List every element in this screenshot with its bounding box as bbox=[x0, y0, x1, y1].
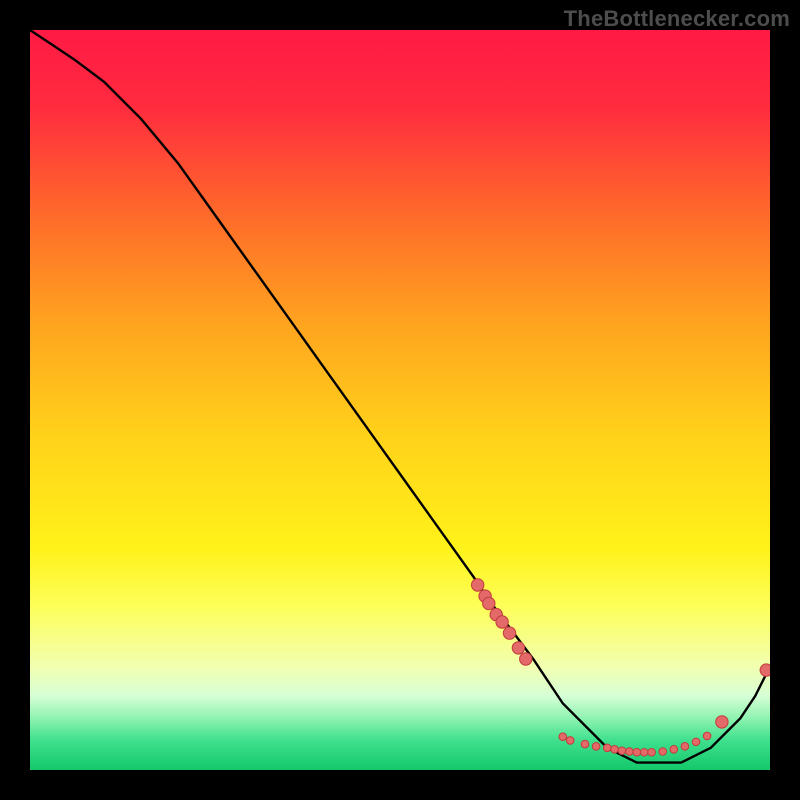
marker-point bbox=[559, 733, 567, 741]
chart-background bbox=[30, 30, 770, 770]
watermark-text: TheBottlenecker.com bbox=[564, 6, 790, 32]
marker-point bbox=[520, 653, 532, 665]
marker-point bbox=[611, 745, 619, 753]
marker-point bbox=[626, 748, 634, 756]
marker-point bbox=[503, 627, 515, 639]
marker-point bbox=[716, 716, 728, 728]
marker-point bbox=[512, 642, 524, 654]
chart-frame: TheBottlenecker.com bbox=[0, 0, 800, 800]
marker-point bbox=[566, 737, 574, 745]
marker-point bbox=[581, 740, 589, 748]
marker-point bbox=[496, 616, 508, 628]
marker-point bbox=[670, 745, 678, 753]
marker-point bbox=[659, 748, 667, 756]
marker-point bbox=[472, 579, 484, 591]
marker-point bbox=[640, 748, 648, 756]
marker-point bbox=[592, 743, 600, 751]
marker-point bbox=[603, 744, 611, 752]
marker-point bbox=[633, 748, 641, 756]
marker-point bbox=[483, 597, 495, 609]
chart-plot bbox=[30, 30, 770, 770]
marker-point bbox=[648, 748, 656, 756]
marker-point bbox=[681, 743, 689, 751]
marker-point bbox=[692, 738, 700, 746]
marker-point bbox=[703, 732, 711, 740]
marker-point bbox=[760, 664, 770, 676]
marker-point bbox=[618, 747, 626, 755]
chart-svg bbox=[30, 30, 770, 770]
